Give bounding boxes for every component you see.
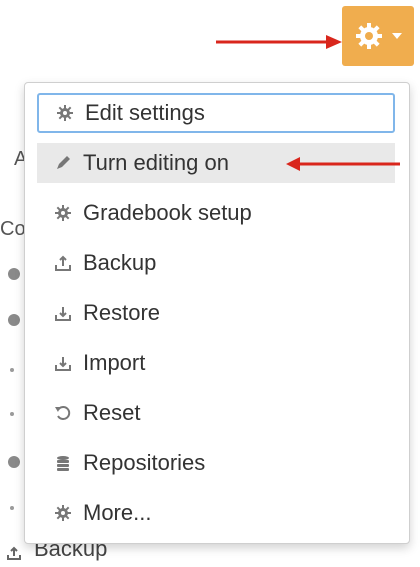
download-icon [53,303,73,323]
background-text-co: Co [0,218,26,240]
settings-menu-button[interactable] [342,6,414,66]
menu-item-label: Turn editing on [83,150,229,175]
menu-item-label: Repositories [83,450,206,475]
pencil-icon [53,153,73,173]
menu-item-reset[interactable]: Reset [37,393,395,433]
upload-icon [6,541,22,560]
annotation-arrow-turn-editing [286,157,400,171]
gear-icon [53,503,73,523]
background-bullet [10,506,14,510]
menu-item-label: Backup [83,250,157,275]
download-icon [53,353,73,373]
menu-item-gradebook-setup[interactable]: Gradebook setup [37,193,395,233]
gear-icon [354,21,384,51]
caret-down-icon [392,33,402,39]
menu-item-label: Import [83,350,146,375]
background-gear-icon [8,456,20,468]
menu-item-label: More... [83,500,152,525]
menu-item-restore[interactable]: Restore [37,293,395,333]
background-bullet [10,368,14,372]
annotation-arrow-gear [216,35,342,49]
menu-item-label: Restore [83,300,161,325]
menu-item-import[interactable]: Import [37,343,395,383]
menu-item-backup[interactable]: Backup [37,243,395,283]
reset-icon [53,403,73,423]
settings-dropdown-menu: Edit settings Turn editing on Gradebook … [24,82,410,544]
menu-item-label: Gradebook setup [83,200,252,225]
menu-item-more[interactable]: More... [37,493,395,533]
upload-icon [53,253,73,273]
background-gear-icon [8,268,20,280]
background-pencil-icon [8,314,20,326]
menu-item-edit-settings[interactable]: Edit settings [37,93,395,133]
database-icon [53,453,73,473]
menu-item-repositories[interactable]: Repositories [37,443,395,483]
background-bullet [10,412,14,416]
menu-item-label: Edit settings [85,100,205,125]
gear-icon [55,103,75,123]
gear-icon [53,203,73,223]
menu-item-label: Reset [83,400,141,425]
